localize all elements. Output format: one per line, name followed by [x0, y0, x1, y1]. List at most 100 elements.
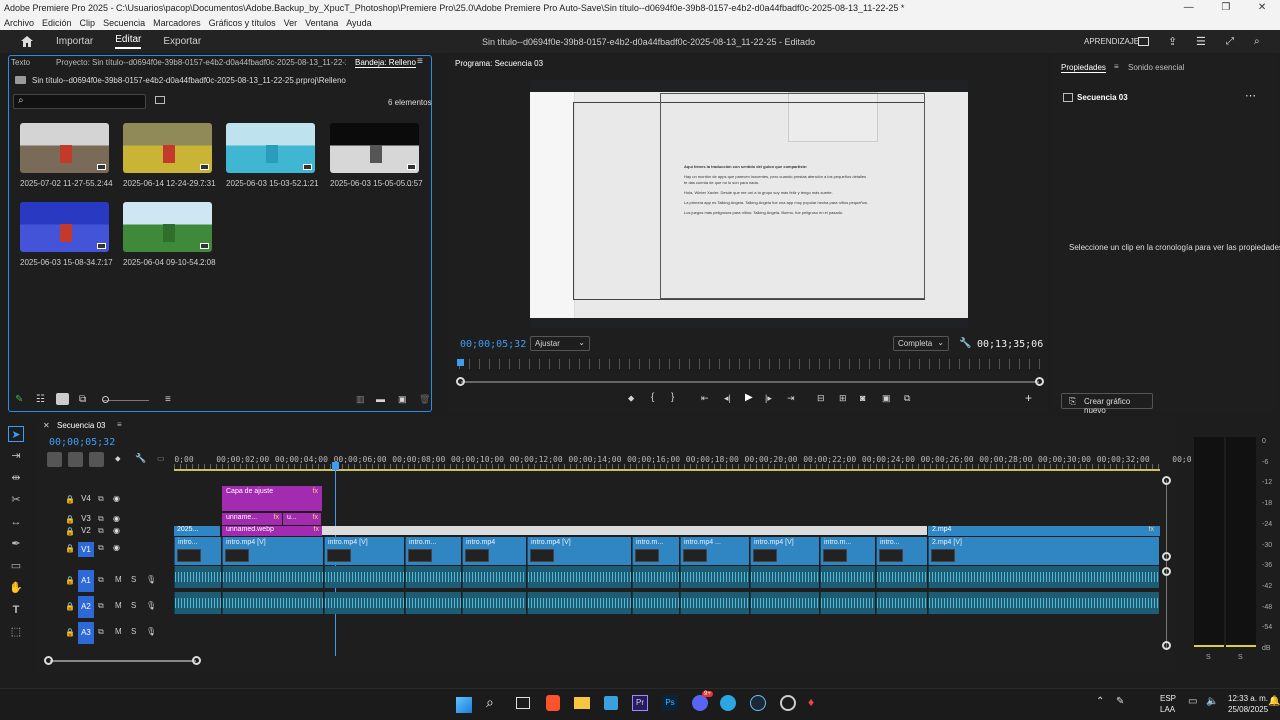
- search-icon[interactable]: ⌕: [1254, 36, 1260, 47]
- audio-clip[interactable]: [174, 566, 221, 588]
- export-frame-icon[interactable]: ◙: [860, 393, 865, 403]
- v2-clip[interactable]: unnamed.webp fx: [222, 526, 322, 536]
- tab-texto[interactable]: Texto: [11, 58, 30, 67]
- sort-icon[interactable]: ≡: [165, 394, 171, 405]
- automate-icon[interactable]: ▥: [356, 394, 365, 405]
- panel-menu-icon[interactable]: ≡: [117, 420, 122, 429]
- snap-icon[interactable]: [68, 452, 83, 467]
- lock-icon[interactable]: 🔒: [65, 495, 75, 504]
- file-explorer-icon[interactable]: [574, 697, 590, 709]
- v3-clip[interactable]: unname... fx: [222, 513, 282, 525]
- monitor-zoom-bar[interactable]: [461, 381, 1039, 383]
- microphone-icon[interactable]: 🎙: [146, 575, 156, 584]
- photos-icon[interactable]: [604, 696, 618, 710]
- extract-icon[interactable]: ⊞: [839, 393, 847, 404]
- lock-icon[interactable]: 🔒: [65, 576, 75, 585]
- v2-gap-clip[interactable]: [322, 526, 927, 535]
- audio-clip[interactable]: [820, 566, 875, 588]
- zoom-handle-left[interactable]: [456, 377, 465, 386]
- workspace-panel-icon[interactable]: [1138, 37, 1149, 46]
- audio-clip[interactable]: [680, 592, 749, 614]
- toggle-sync-lock-icon[interactable]: ⧉: [98, 575, 104, 585]
- v1-clip[interactable]: intro.mp4 [V]: [527, 537, 631, 565]
- audio-clip[interactable]: [222, 566, 323, 588]
- toggle-sync-lock-icon[interactable]: ⧉: [98, 514, 104, 524]
- close-tab-icon[interactable]: ✕: [43, 421, 50, 430]
- menu-clip[interactable]: Clip: [80, 18, 96, 28]
- scroll-handle[interactable]: [1162, 567, 1171, 576]
- scroll-handle[interactable]: [44, 656, 53, 665]
- timeline-ruler-ticks[interactable]: [174, 464, 1160, 471]
- tab-editar[interactable]: Editar: [115, 34, 142, 49]
- list-view-icon[interactable]: ☷: [36, 394, 45, 405]
- v1-clip[interactable]: intro.m...: [405, 537, 461, 565]
- lock-icon[interactable]: 🔒: [65, 515, 75, 524]
- audio-clip[interactable]: [405, 566, 461, 588]
- search-field[interactable]: ⌕: [13, 94, 146, 109]
- v2-clip[interactable]: 2.mp4 fx: [928, 526, 1160, 536]
- menu-edicion[interactable]: Edición: [42, 18, 72, 28]
- audio-clip[interactable]: [928, 592, 1159, 614]
- wrench-icon[interactable]: 🔧: [135, 453, 146, 464]
- v1-clip[interactable]: intro.m...: [632, 537, 679, 565]
- solo-button[interactable]: S: [131, 601, 136, 610]
- captions-icon[interactable]: ▭: [157, 454, 165, 463]
- go-to-out-icon[interactable]: ⇥: [787, 393, 795, 404]
- linked-selection-icon[interactable]: [89, 452, 104, 467]
- fit-dropdown[interactable]: Ajustar ⌄: [530, 336, 590, 351]
- track-select-tool-icon[interactable]: ⇥: [8, 448, 24, 464]
- minimize-button[interactable]: —: [1184, 2, 1194, 13]
- icon-view-icon[interactable]: [56, 393, 69, 405]
- maximize-button[interactable]: ❐: [1221, 2, 1230, 13]
- timeline-timecode[interactable]: 00;00;05;32: [49, 437, 115, 448]
- adjustment-layer-clip[interactable]: Capa de ajuste fx: [222, 486, 322, 511]
- v1-clip[interactable]: intro.mp4: [462, 537, 526, 565]
- close-button[interactable]: ✕: [1258, 2, 1266, 13]
- volume-icon[interactable]: 🔈: [1206, 696, 1218, 707]
- microphone-icon[interactable]: 🎙: [146, 627, 156, 636]
- audio-clip[interactable]: [174, 592, 221, 614]
- meter-solo-right[interactable]: S: [1238, 654, 1243, 661]
- type-tool-icon[interactable]: T: [8, 602, 24, 618]
- steam-icon[interactable]: [750, 695, 766, 711]
- mute-button[interactable]: M: [115, 575, 122, 584]
- playhead-timecode[interactable]: 00;00;05;32: [460, 339, 526, 350]
- new-bin-icon[interactable]: ▬: [376, 394, 385, 404]
- scroll-handle[interactable]: [1162, 552, 1171, 561]
- mark-in-icon[interactable]: {: [651, 392, 654, 403]
- lock-icon[interactable]: 🔒: [65, 628, 75, 637]
- monitor-playhead[interactable]: [457, 359, 464, 366]
- v1-clip[interactable]: intro.mp4 [V]: [324, 537, 404, 565]
- add-marker-icon[interactable]: ⬥: [115, 454, 121, 464]
- scroll-handle[interactable]: [1162, 476, 1171, 485]
- track-label-v1[interactable]: V1: [78, 542, 94, 557]
- zoom-slider[interactable]: [103, 400, 149, 401]
- clock-time[interactable]: 12:33 a. m.: [1228, 694, 1268, 703]
- project-item-thumbnail[interactable]: [123, 123, 212, 173]
- lock-icon[interactable]: 🔒: [65, 544, 75, 553]
- step-back-icon[interactable]: ◂|: [724, 393, 731, 404]
- slip-tool-icon[interactable]: ↔: [8, 514, 24, 530]
- app-icon[interactable]: [780, 695, 796, 711]
- chevron-up-icon[interactable]: ⌃: [1096, 696, 1104, 707]
- solo-button[interactable]: S: [131, 627, 136, 636]
- quick-export-icon[interactable]: ⇪: [1168, 35, 1177, 48]
- home-icon[interactable]: [20, 35, 34, 48]
- menu-ventana[interactable]: Ventana: [305, 18, 338, 28]
- mark-out-icon[interactable]: }: [671, 392, 674, 403]
- audio-clip[interactable]: [632, 592, 679, 614]
- timeline-horizontal-scroll[interactable]: [50, 660, 196, 662]
- audio-clip[interactable]: [876, 592, 927, 614]
- audio-clip[interactable]: [462, 592, 526, 614]
- panel-menu-icon[interactable]: ≡: [1114, 62, 1119, 71]
- menu-marcadores[interactable]: Marcadores: [153, 18, 201, 28]
- selection-tool-icon[interactable]: ➤: [8, 426, 24, 442]
- video-preview[interactable]: Aquí tienes la traducción con sentido de…: [530, 80, 968, 328]
- track-label-v3[interactable]: V3: [78, 513, 94, 525]
- timeline-tab[interactable]: Secuencia 03: [57, 421, 105, 430]
- v3-clip[interactable]: u... fx: [283, 513, 321, 525]
- menu-secuencia[interactable]: Secuencia: [103, 18, 145, 28]
- toggle-sync-lock-icon[interactable]: ⧉: [98, 543, 104, 553]
- audio-clip[interactable]: [632, 566, 679, 588]
- lock-icon[interactable]: 🔒: [65, 602, 75, 611]
